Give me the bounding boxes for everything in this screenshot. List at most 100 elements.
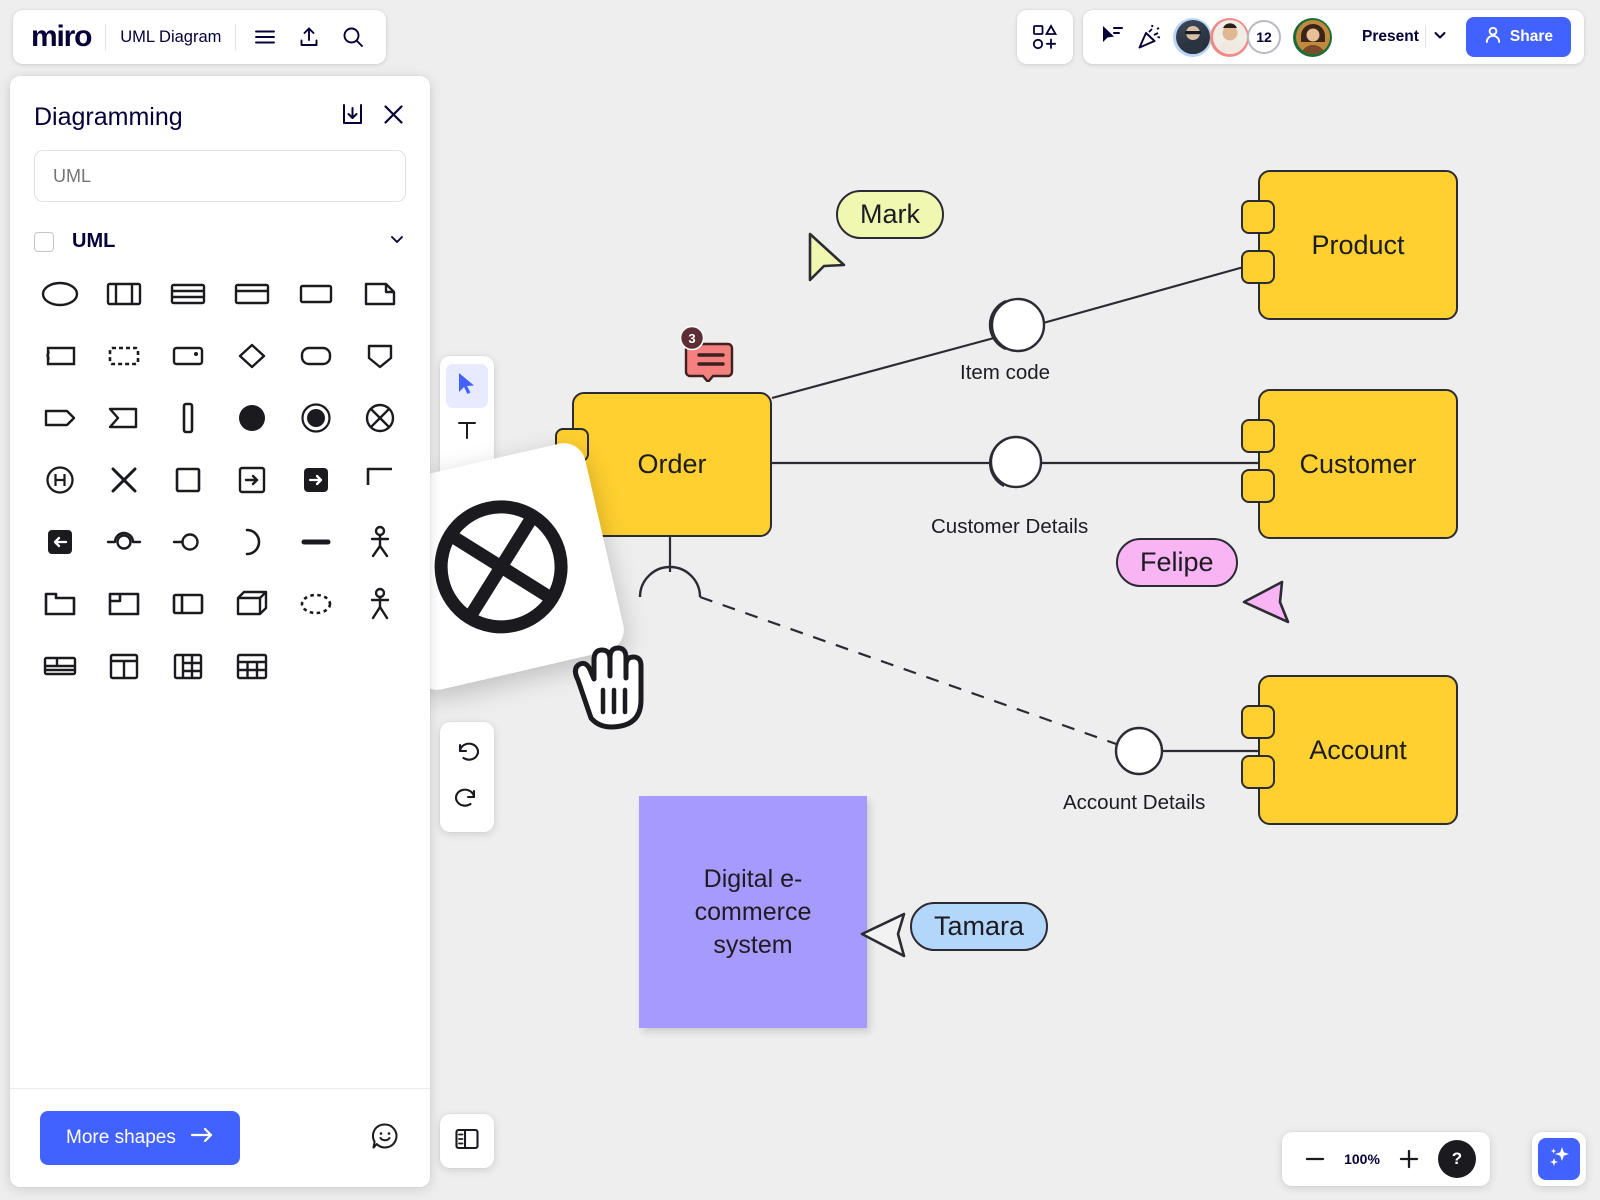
more-shapes-button[interactable]: More shapes <box>40 1111 240 1165</box>
shape-half-arc[interactable] <box>220 517 284 567</box>
ai-sparkles-icon <box>1546 1144 1572 1175</box>
node-port[interactable] <box>1241 705 1275 739</box>
cursor-pointer-icon <box>1242 580 1290 624</box>
shape-rectangle[interactable] <box>284 269 348 319</box>
avatar-current-user[interactable] <box>1293 17 1333 57</box>
shape-dotted-ellipse[interactable] <box>284 579 348 629</box>
shape-actor-stick-figure[interactable] <box>348 517 412 567</box>
present-button[interactable]: Present <box>1346 17 1458 57</box>
search-icon[interactable] <box>338 22 368 52</box>
shape-corner-bracket[interactable] <box>348 455 412 505</box>
shape-sidebar-panel[interactable] <box>156 579 220 629</box>
chevron-down-icon[interactable] <box>388 230 406 253</box>
zoom-toolbar: 100% ? <box>1282 1132 1490 1186</box>
cursor-name: Mark <box>860 199 920 229</box>
redo-button[interactable] <box>446 778 488 822</box>
hamburger-menu-icon[interactable] <box>250 22 280 52</box>
sticky-note-text: Digital e-commerce system <box>694 864 812 959</box>
board-title[interactable]: UML Diagram <box>120 28 221 47</box>
shape-table-grid-left[interactable] <box>156 641 220 691</box>
shape-shield[interactable] <box>348 331 412 381</box>
miro-board-app: Order Product Customer Account Item code… <box>0 0 1600 1200</box>
shape-target-circle[interactable] <box>92 517 156 567</box>
shape-table-split[interactable] <box>28 641 92 691</box>
node-port[interactable] <box>1241 250 1275 284</box>
node-label: Customer <box>1299 448 1417 479</box>
ai-button[interactable] <box>1532 1132 1586 1186</box>
shape-folder[interactable] <box>28 579 92 629</box>
shape-square-outline[interactable] <box>156 455 220 505</box>
shape-x-cross[interactable] <box>92 455 156 505</box>
cursor-arrow-icon <box>456 372 478 401</box>
comment-pin[interactable]: 3 <box>679 325 740 387</box>
shape-vertical-bar[interactable] <box>156 393 220 443</box>
arrow-right-icon <box>190 1125 214 1151</box>
help-button[interactable]: ? <box>1438 1140 1476 1178</box>
avatar[interactable] <box>1173 17 1213 57</box>
text-tool-button[interactable] <box>446 410 488 454</box>
node-port[interactable] <box>1241 755 1275 789</box>
shape-tag[interactable] <box>28 393 92 443</box>
close-icon[interactable] <box>381 102 406 132</box>
upload-icon[interactable] <box>294 22 324 52</box>
undo-button[interactable] <box>446 732 488 776</box>
panel-header: Diagramming <box>10 76 430 132</box>
shape-table-columns[interactable] <box>92 641 156 691</box>
toggle-sidebar-button[interactable] <box>440 1114 494 1168</box>
shape-table-rows[interactable] <box>156 269 220 319</box>
shape-circle-x[interactable] <box>348 393 412 443</box>
sticky-note[interactable]: Digital e-commerce system <box>639 796 867 1028</box>
avatar[interactable] <box>1210 17 1250 57</box>
shape-rect-with-dot[interactable] <box>156 331 220 381</box>
shape-diamond[interactable] <box>220 331 284 381</box>
shape-circled-h[interactable] <box>28 455 92 505</box>
shape-ellipse[interactable] <box>28 269 92 319</box>
select-tool-button[interactable] <box>446 364 488 408</box>
shape-titled-rectangle[interactable] <box>220 269 284 319</box>
save-to-library-icon[interactable] <box>340 102 365 132</box>
shape-package-three-column[interactable] <box>92 269 156 319</box>
section-checkbox[interactable] <box>34 231 54 252</box>
miro-logo[interactable]: miro <box>31 22 92 52</box>
uml-node-product[interactable]: Product <box>1241 170 1458 320</box>
text-t-icon <box>455 418 479 447</box>
shape-actor[interactable] <box>348 579 412 629</box>
shape-chevron-flag[interactable] <box>92 393 156 443</box>
shape-note[interactable] <box>28 331 92 381</box>
node-port[interactable] <box>1241 469 1275 503</box>
section-label: UML <box>72 230 116 252</box>
feedback-smiley-icon[interactable] <box>370 1121 400 1156</box>
shape-filled-circle[interactable] <box>220 393 284 443</box>
uml-node-account[interactable]: Account <box>1241 675 1458 825</box>
collaborator-count-badge[interactable]: 12 <box>1247 20 1282 54</box>
node-port[interactable] <box>1241 200 1275 234</box>
shape-thick-line[interactable] <box>284 517 348 567</box>
shape-filled-arrow-right[interactable] <box>284 455 348 505</box>
shape-filled-arrow-left[interactable] <box>28 517 92 567</box>
share-button[interactable]: Share <box>1465 17 1571 57</box>
shape-socket-circle[interactable] <box>156 517 220 567</box>
shape-cube[interactable] <box>220 579 284 629</box>
shape-rounded-rectangle[interactable] <box>284 331 348 381</box>
cursor-name: Tamara <box>934 911 1025 941</box>
cursor-name-badge: Mark <box>836 190 944 239</box>
cursor-flag-icon[interactable] <box>1097 22 1127 52</box>
shapes-plus-button[interactable] <box>1017 10 1074 64</box>
confetti-icon[interactable] <box>1135 22 1165 52</box>
zoom-in-button[interactable] <box>1390 1140 1428 1178</box>
zoom-level-value[interactable]: 100% <box>1338 1151 1386 1167</box>
shape-section-uml[interactable]: UML <box>10 202 430 253</box>
shape-document-corner[interactable] <box>348 269 412 319</box>
shape-table-grid[interactable] <box>220 641 284 691</box>
search-input[interactable] <box>34 150 406 202</box>
uml-node-order[interactable]: Order <box>555 392 772 537</box>
node-port[interactable] <box>1241 419 1275 453</box>
shape-open-folder[interactable] <box>92 579 156 629</box>
chevron-down-icon[interactable] <box>1432 27 1448 48</box>
zoom-out-button[interactable] <box>1296 1140 1334 1178</box>
shape-dashed-rectangle[interactable] <box>92 331 156 381</box>
uml-node-customer[interactable]: Customer <box>1241 389 1458 539</box>
shape-square-arrow-right[interactable] <box>220 455 284 505</box>
shape-ring-circle[interactable] <box>284 393 348 443</box>
cursor-pointer-icon <box>808 232 846 282</box>
